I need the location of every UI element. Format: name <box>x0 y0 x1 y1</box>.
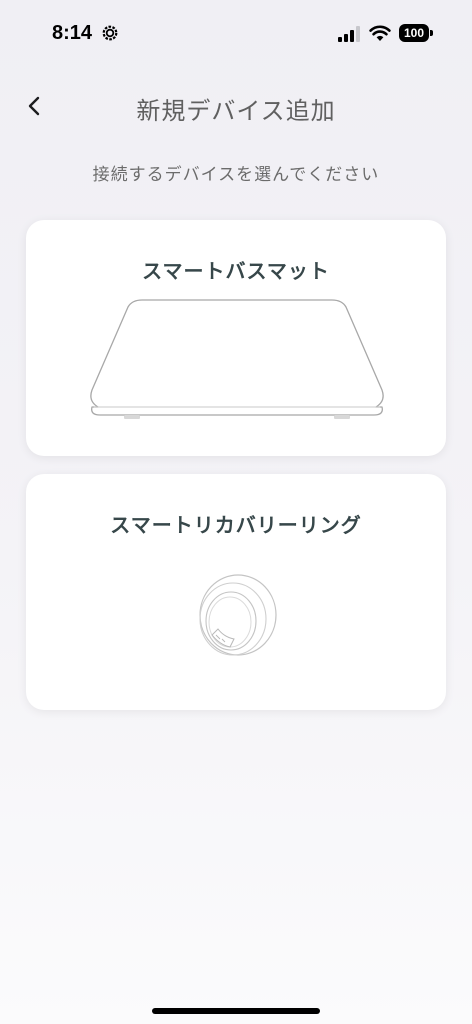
device-card-bath-mat[interactable]: スマートバスマット <box>26 220 446 456</box>
battery-icon: 100 <box>399 24 433 42</box>
status-bar: 8:14 100 <box>0 0 472 70</box>
nav-bar: 新規デバイス追加 <box>0 80 472 134</box>
battery-cap <box>430 30 433 36</box>
device-label: スマートバスマット <box>142 259 330 283</box>
home-indicator[interactable] <box>152 1008 320 1014</box>
device-card-recovery-ring[interactable]: スマートリカバリーリング <box>26 474 446 710</box>
page-title: 新規デバイス追加 <box>136 97 336 125</box>
ring-illustration <box>199 574 277 656</box>
bath-mat-illustration <box>90 299 384 419</box>
status-time: 8:14 <box>52 22 93 44</box>
instruction-text: 接続するデバイスを選んでください <box>92 165 380 185</box>
wifi-icon <box>369 25 391 41</box>
cellular-signal-icon <box>338 26 360 42</box>
device-label: スマートリカバリーリング <box>110 513 362 537</box>
battery-level: 100 <box>399 24 429 42</box>
settings-gear-icon <box>102 25 118 41</box>
